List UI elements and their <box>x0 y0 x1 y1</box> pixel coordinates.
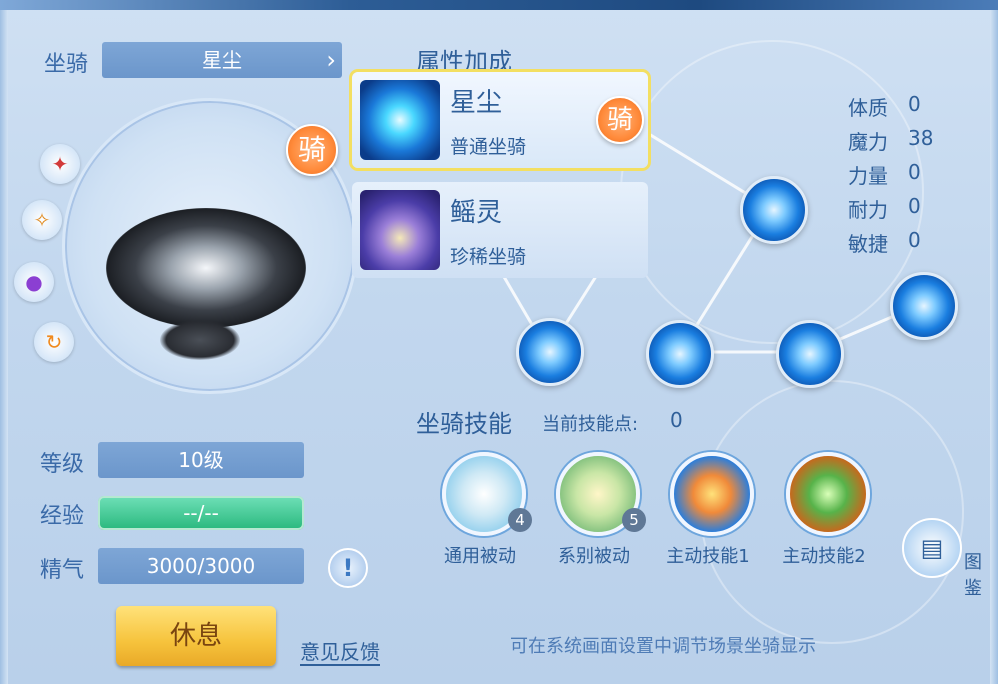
spirit-value: 3000/3000 <box>98 548 304 584</box>
attr-value: 0 <box>908 160 921 184</box>
attr-value: 0 <box>908 228 921 252</box>
attr-name: 耐力 <box>848 198 888 222</box>
mount-vortex-base <box>160 320 240 360</box>
atlas-label[interactable]: 图鉴 <box>964 548 998 600</box>
attribute-node[interactable] <box>776 320 844 388</box>
mount-thumbnail <box>360 80 440 160</box>
attribute-node[interactable] <box>516 318 584 386</box>
attr-name: 体质 <box>848 96 888 120</box>
mount-skills-title: 坐骑技能 <box>416 410 512 438</box>
exp-label: 经验 <box>40 504 85 529</box>
skill-label: 系别被动 <box>558 546 630 567</box>
mount-vortex-model <box>106 208 306 328</box>
info-icon[interactable]: ! <box>328 548 368 588</box>
attribute-list: 体质 0 魔力 38 力量 0 耐力 0 敏捷 0 <box>848 90 948 260</box>
attr-value: 0 <box>908 194 921 218</box>
mount-select[interactable]: 星尘 › <box>102 42 342 78</box>
level-value: 10级 <box>98 442 304 478</box>
rest-button[interactable]: 休息 <box>116 606 276 666</box>
attr-row: 力量 0 <box>848 158 948 192</box>
skill-label: 主动技能1 <box>666 546 750 567</box>
attack-rune-icon[interactable]: ✦ <box>40 144 80 184</box>
exp-bar: --/-- <box>98 496 304 530</box>
mount-card-yaoling[interactable]: 鳐灵 珍稀坐骑 <box>352 182 648 278</box>
mount-type: 普通坐骑 <box>450 136 527 158</box>
attr-name: 力量 <box>848 164 888 188</box>
feedback-link[interactable]: 意见反馈 <box>300 636 380 665</box>
ride-badge: 骑 <box>596 96 644 144</box>
skill-label: 通用被动 <box>444 546 516 567</box>
skill-label: 主动技能2 <box>782 546 866 567</box>
mount-name: 星尘 <box>450 88 503 118</box>
skill-active-1[interactable] <box>670 452 754 536</box>
mount-type: 珍稀坐骑 <box>450 246 527 268</box>
skill-points-label: 当前技能点: <box>542 414 639 435</box>
top-banner-strip <box>0 0 998 10</box>
skill-count-badge: 4 <box>508 508 532 532</box>
skill-points-value: 0 <box>670 408 683 432</box>
attr-name: 敏捷 <box>848 232 888 256</box>
attribute-node[interactable] <box>740 176 808 244</box>
level-label: 等级 <box>40 452 85 477</box>
chevron-right-icon[interactable]: › <box>326 42 336 78</box>
attribute-node[interactable] <box>890 272 958 340</box>
mount-thumbnail <box>360 190 440 270</box>
attr-value: 38 <box>908 126 934 150</box>
display-tip: 可在系统画面设置中调节场景坐骑显示 <box>510 636 816 657</box>
skill-active-2[interactable] <box>786 452 870 536</box>
mount-selected-name: 星尘 <box>202 48 242 72</box>
skill-count-badge: 5 <box>622 508 646 532</box>
spirit-label: 精气 <box>40 558 85 583</box>
mount-label: 坐骑 <box>44 52 89 77</box>
attr-row: 体质 0 <box>848 90 948 124</box>
left-frame <box>0 10 8 684</box>
color-orb-icon[interactable]: ● <box>14 262 54 302</box>
mount-card-xingchen[interactable]: 星尘 普通坐骑 骑 <box>352 72 648 168</box>
refresh-icon[interactable]: ↻ <box>34 322 74 362</box>
scroll-icon[interactable]: ✧ <box>22 200 62 240</box>
attr-row: 敏捷 0 <box>848 226 948 260</box>
attr-row: 耐力 0 <box>848 192 948 226</box>
attr-row: 魔力 38 <box>848 124 948 158</box>
attribute-node[interactable] <box>646 320 714 388</box>
attr-value: 0 <box>908 92 921 116</box>
attr-name: 魔力 <box>848 130 888 154</box>
ride-badge[interactable]: 骑 <box>286 124 338 176</box>
book-icon[interactable]: ▤ <box>902 518 962 578</box>
mount-name: 鳐灵 <box>450 198 503 228</box>
